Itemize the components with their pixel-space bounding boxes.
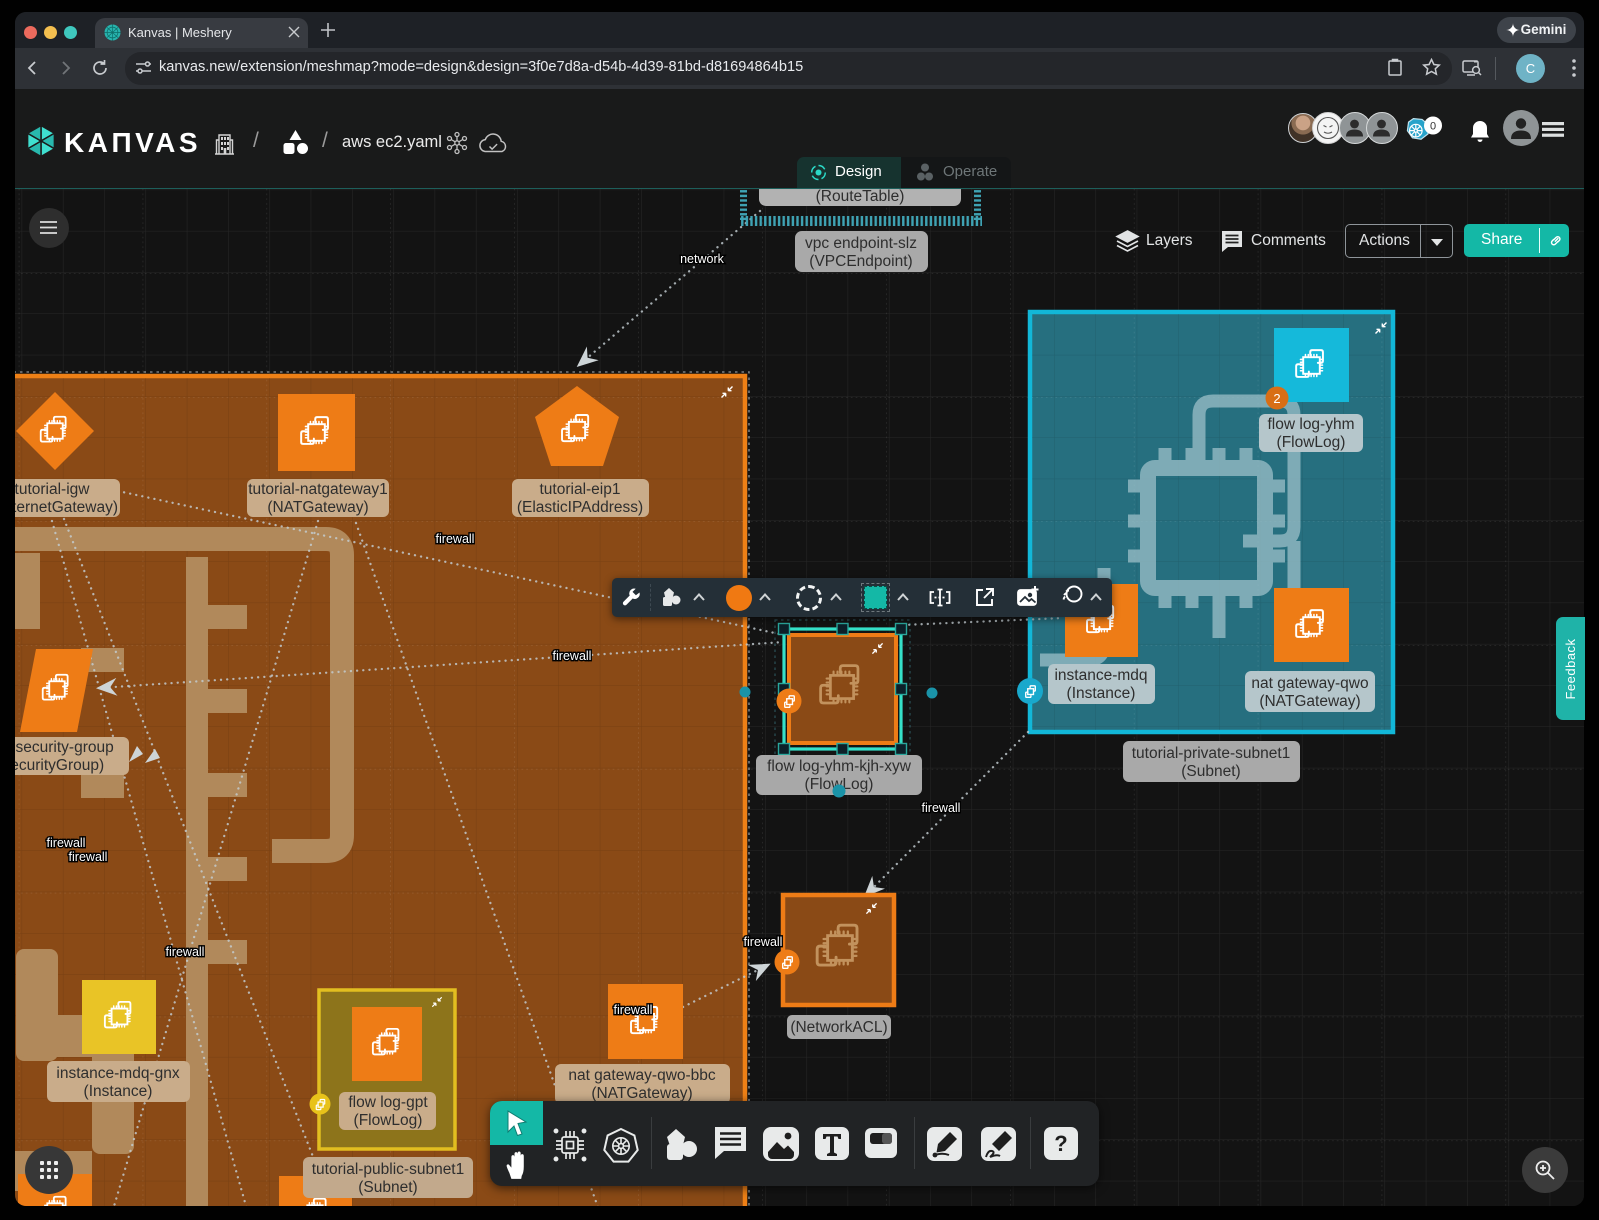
svg-text:(NATGateway): (NATGateway) xyxy=(267,499,368,516)
svg-text:nat gateway-qwo: nat gateway-qwo xyxy=(1251,675,1368,692)
svg-text:(Instance): (Instance) xyxy=(1067,685,1136,702)
svg-text:(InternetGateway): (InternetGateway) xyxy=(15,499,118,516)
svg-text:(NATGateway): (NATGateway) xyxy=(591,1085,692,1102)
svg-text:tutorial-eip1: tutorial-eip1 xyxy=(540,481,621,498)
svg-text:(VPCEndpoint): (VPCEndpoint) xyxy=(809,253,912,270)
svg-text:instance-mdq-gnx: instance-mdq-gnx xyxy=(56,1065,179,1082)
svg-text:2: 2 xyxy=(1273,391,1280,406)
svg-text:firewall: firewall xyxy=(436,532,475,546)
svg-text:(NATGateway): (NATGateway) xyxy=(1259,693,1360,710)
svg-text:firewall: firewall xyxy=(47,836,86,850)
svg-text:(FlowLog): (FlowLog) xyxy=(354,1112,423,1129)
svg-text:nat gateway-qwo-bbc: nat gateway-qwo-bbc xyxy=(568,1067,716,1084)
svg-text:firewall: firewall xyxy=(553,649,592,663)
svg-text:flow log-yhm: flow log-yhm xyxy=(1268,416,1355,433)
svg-text:flow log-gpt: flow log-gpt xyxy=(348,1094,428,1111)
svg-text:vpc endpoint-slz: vpc endpoint-slz xyxy=(805,235,917,252)
svg-text:firewall: firewall xyxy=(69,850,108,864)
svg-text:(Instance): (Instance) xyxy=(84,1083,153,1100)
svg-text:firewall: firewall xyxy=(922,801,961,815)
svg-text:(Subnet): (Subnet) xyxy=(358,1179,417,1196)
svg-text:network: network xyxy=(680,252,725,266)
svg-text:firewall: firewall xyxy=(744,935,783,949)
svg-text:0: 0 xyxy=(1430,121,1436,133)
svg-text:al-security-group: al-security-group xyxy=(15,739,114,756)
svg-text:(FlowLog): (FlowLog) xyxy=(1277,434,1346,451)
svg-text:(Subnet): (Subnet) xyxy=(1181,763,1240,780)
svg-text:?: ? xyxy=(1054,1131,1067,1156)
svg-text:(RouteTable): (RouteTable) xyxy=(816,189,905,205)
svg-text:tutorial-igw: tutorial-igw xyxy=(15,481,90,498)
svg-text:firewall: firewall xyxy=(166,945,205,959)
svg-text:(ElasticIPAddress): (ElasticIPAddress) xyxy=(517,499,643,516)
svg-text:tutorial-private-subnet1: tutorial-private-subnet1 xyxy=(1132,745,1291,762)
svg-text:flow log-yhm-kjh-xyw: flow log-yhm-kjh-xyw xyxy=(767,758,912,775)
svg-text:instance-mdq: instance-mdq xyxy=(1054,667,1147,684)
svg-text:(NetworkACL): (NetworkACL) xyxy=(790,1019,887,1036)
svg-text:firewall: firewall xyxy=(614,1003,653,1017)
svg-text:SecurityGroup): SecurityGroup) xyxy=(15,757,104,774)
svg-text:tutorial-public-subnet1: tutorial-public-subnet1 xyxy=(312,1161,465,1178)
svg-text:tutorial-natgateway1: tutorial-natgateway1 xyxy=(248,481,388,498)
